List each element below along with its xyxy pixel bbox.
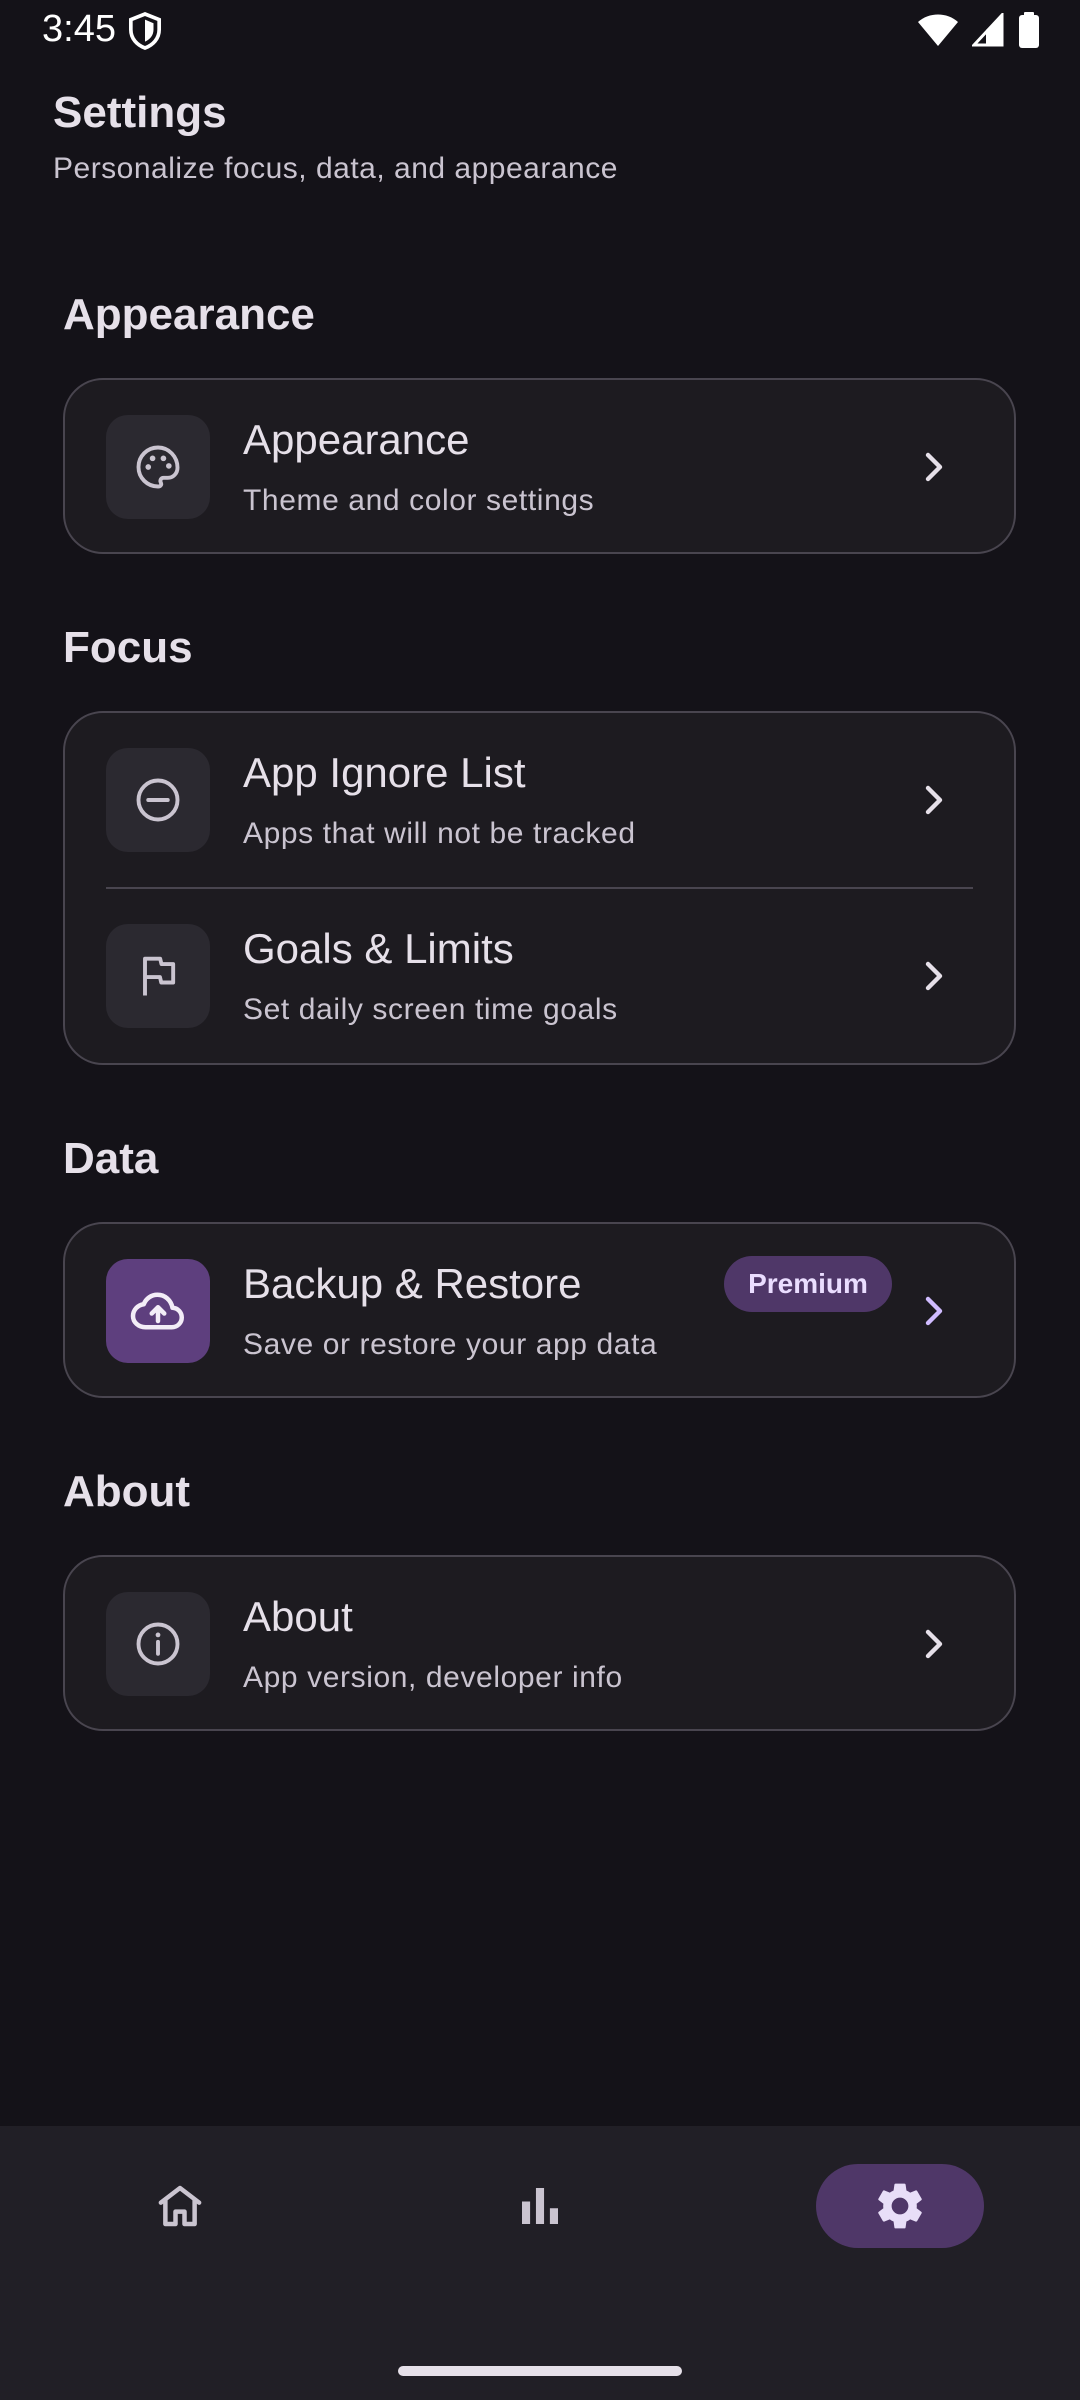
appearance-card: Appearance Theme and color settings [63, 378, 1016, 554]
row-title: Goals & Limits [243, 925, 514, 972]
chevron-right-icon [925, 961, 943, 991]
home-indicator[interactable] [398, 2366, 682, 2376]
row-title: About [243, 1593, 353, 1640]
settings-row-goals-limits[interactable]: Goals & Limits Set daily screen time goa… [65, 889, 1014, 1063]
chevron-right-icon [925, 1629, 943, 1659]
shield-icon [128, 12, 162, 50]
settings-screen: 3:45 Settings Personalize focus, data, a… [0, 0, 1080, 2400]
section-title-data: Data [63, 1134, 159, 1183]
backup-icon-tile [106, 1259, 210, 1363]
cellular-icon [972, 13, 1004, 47]
row-title: Backup & Restore [243, 1260, 582, 1307]
row-subtitle: Apps that will not be tracked [243, 817, 636, 850]
status-time: 3:45 [42, 8, 116, 50]
page-title: Settings [53, 88, 227, 137]
about-card: About App version, developer info [63, 1555, 1016, 1731]
focus-card: App Ignore List Apps that will not be tr… [63, 711, 1016, 1065]
gear-icon [878, 2183, 922, 2229]
info-icon [136, 1622, 180, 1666]
cloud-upload-icon [130, 1292, 184, 1330]
about-icon-tile [106, 1592, 210, 1696]
row-subtitle: Set daily screen time goals [243, 993, 618, 1026]
section-title-appearance: Appearance [63, 290, 315, 339]
goals-icon-tile [106, 924, 210, 1028]
nav-statistics[interactable] [490, 2164, 590, 2248]
row-title: App Ignore List [243, 749, 526, 796]
battery-icon [1019, 12, 1039, 48]
appearance-icon-tile [106, 415, 210, 519]
premium-badge: Premium [724, 1256, 892, 1312]
status-bar: 3:45 [0, 0, 1080, 60]
page-subtitle: Personalize focus, data, and appearance [53, 152, 618, 185]
section-title-about: About [63, 1467, 191, 1516]
bottom-navigation [0, 2126, 1080, 2400]
row-title: Appearance [243, 416, 470, 463]
flag-icon [143, 956, 176, 996]
chevron-right-icon [925, 785, 943, 815]
nav-settings[interactable] [816, 2164, 984, 2248]
chevron-right-icon [925, 452, 943, 482]
data-card: Backup & Restore Premium Save or restore… [63, 1222, 1016, 1398]
settings-row-about[interactable]: About App version, developer info [65, 1557, 1014, 1731]
nav-home[interactable] [130, 2164, 230, 2248]
wifi-icon [918, 14, 958, 46]
palette-icon [136, 445, 180, 489]
minus-circle-icon [136, 778, 180, 822]
row-subtitle: Theme and color settings [243, 484, 595, 517]
bar-chart-icon [522, 2188, 558, 2224]
ignore-list-icon-tile [106, 748, 210, 852]
settings-row-appearance[interactable]: Appearance Theme and color settings [65, 380, 1014, 554]
settings-row-backup-restore[interactable]: Backup & Restore Premium Save or restore… [65, 1224, 1014, 1398]
row-subtitle: Save or restore your app data [243, 1328, 658, 1361]
chevron-right-icon [925, 1296, 943, 1326]
home-icon [158, 2185, 202, 2227]
row-subtitle: App version, developer info [243, 1661, 623, 1694]
section-title-focus: Focus [63, 623, 193, 672]
settings-row-app-ignore-list[interactable]: App Ignore List Apps that will not be tr… [65, 713, 1014, 887]
